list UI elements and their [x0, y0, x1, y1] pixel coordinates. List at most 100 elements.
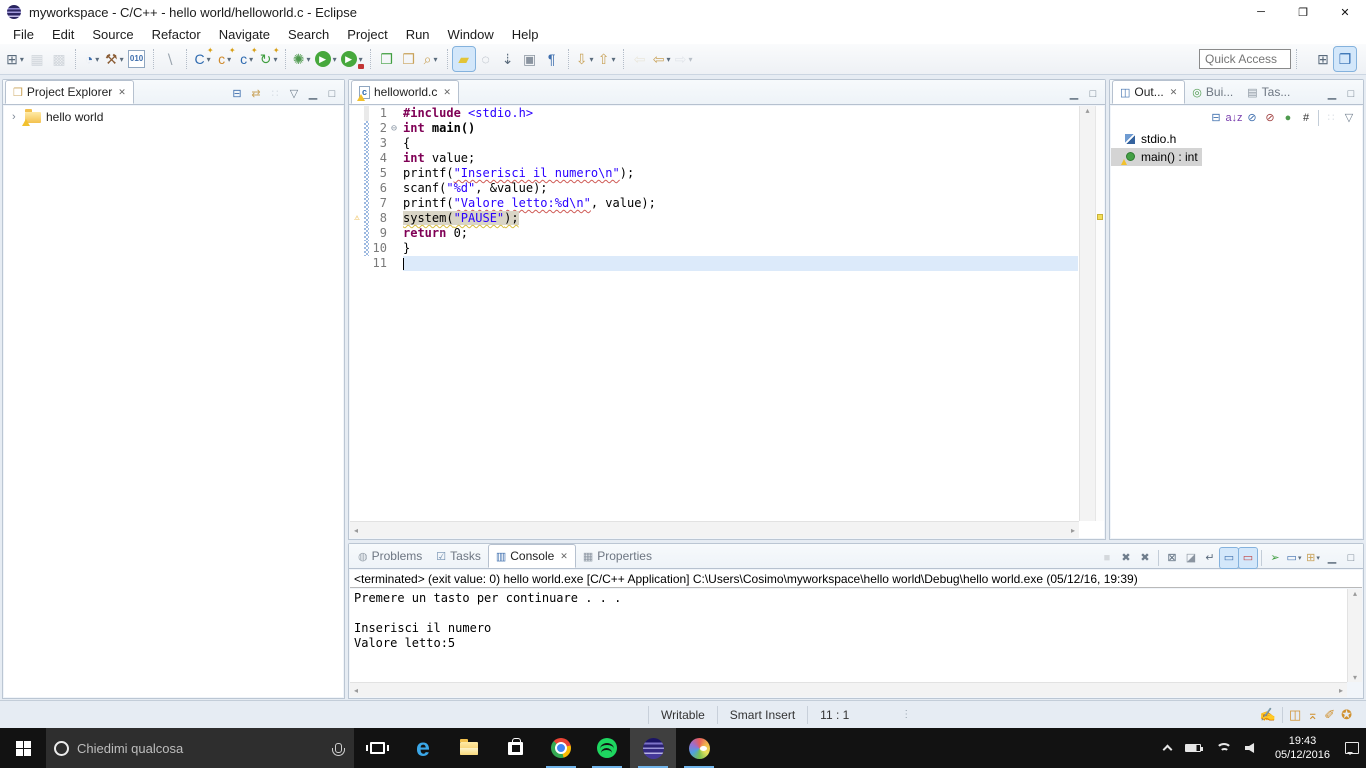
open-console-button[interactable]: ⊞▾ — [1304, 548, 1322, 568]
menu-search[interactable]: Search — [279, 27, 338, 42]
minimize-view-button[interactable]: ▁ — [1323, 548, 1341, 568]
search-torch-button[interactable]: ⌕▾ — [420, 47, 442, 71]
menu-refactor[interactable]: Refactor — [143, 27, 210, 42]
open-element-folder-button[interactable]: ❒ — [376, 47, 398, 71]
back-button[interactable]: ⇦▾ — [651, 47, 673, 71]
annotation-ruler[interactable] — [350, 181, 364, 196]
maximize-view-button[interactable]: □ — [1342, 84, 1360, 104]
new-source-folder-button[interactable]: ✦c▾ — [214, 47, 236, 71]
debug-bug-button[interactable]: ✺▾ — [291, 47, 313, 71]
edge-taskbar-button[interactable]: e — [400, 728, 446, 768]
dropdown-arrow-icon[interactable]: ▾ — [207, 55, 211, 64]
menu-window[interactable]: Window — [439, 27, 503, 42]
annotation-ruler[interactable] — [350, 151, 364, 166]
scroll-up-icon[interactable]: ▴ — [1353, 589, 1357, 598]
spotify-taskbar-button[interactable] — [584, 728, 630, 768]
dropdown-arrow-icon[interactable]: ▾ — [273, 55, 277, 64]
menu-navigate[interactable]: Navigate — [210, 27, 279, 42]
tab-helloworld-c[interactable]: c helloworld.c ✕ — [351, 80, 459, 104]
menu-help[interactable]: Help — [503, 27, 548, 42]
annotation-ruler[interactable] — [350, 121, 364, 136]
dropdown-arrow-icon[interactable]: ▾ — [666, 55, 670, 64]
line-number[interactable]: 4 — [369, 151, 391, 166]
microphone-icon[interactable] — [335, 743, 342, 753]
outline-item-stdio-h[interactable]: stdio.h — [1111, 130, 1180, 148]
annotation-ruler[interactable] — [350, 106, 364, 121]
dropdown-arrow-icon[interactable]: ▾ — [611, 55, 615, 64]
code-line-5[interactable]: 5printf("Inserisci il numero\n"); — [350, 166, 1078, 181]
paint-palette-taskbar-button[interactable] — [676, 728, 722, 768]
dropdown-arrow-icon[interactable]: ▾ — [249, 55, 253, 64]
annotation-ruler[interactable] — [350, 241, 364, 256]
word-wrap-button[interactable]: ↵ — [1201, 548, 1219, 568]
tab-properties[interactable]: ▦Properties — [576, 544, 659, 568]
clear-console-button[interactable]: ⊠ — [1163, 548, 1181, 568]
overview-ruler[interactable] — [1095, 106, 1104, 521]
maximize-view-button[interactable]: □ — [323, 84, 341, 104]
hide-fields-button[interactable]: ⊘ — [1243, 108, 1261, 128]
code-line-4[interactable]: 4int value; — [350, 151, 1078, 166]
outline-tree[interactable]: stdio.hmain() : int — [1111, 130, 1362, 538]
annotation-ruler[interactable] — [350, 166, 364, 181]
open-perspective-button[interactable]: ⊞ — [1312, 47, 1334, 71]
samples-pencil-button[interactable]: ✐ — [1324, 707, 1335, 723]
hide-macros-button[interactable]: # — [1297, 108, 1315, 128]
wifi-button[interactable] — [1208, 728, 1238, 768]
show-stdout-button[interactable]: ▭ — [1220, 548, 1238, 568]
tab-problems[interactable]: ◍Problems — [351, 544, 429, 568]
collapse-all-button[interactable]: ⊟ — [228, 84, 246, 104]
line-number[interactable]: 2 — [369, 121, 391, 136]
display-console-button[interactable]: ▭▾ — [1285, 548, 1303, 568]
close-icon[interactable]: ✕ — [443, 87, 451, 98]
tab-console[interactable]: ▥Console✕ — [488, 544, 576, 568]
remove-launch-button[interactable]: ✖ — [1117, 548, 1135, 568]
annotation-ruler[interactable] — [350, 196, 364, 211]
chrome-taskbar-button[interactable] — [538, 728, 584, 768]
battery-button[interactable] — [1178, 728, 1208, 768]
line-number[interactable]: 9 — [369, 226, 391, 241]
warning-marker[interactable] — [1097, 214, 1103, 220]
code-line-2[interactable]: 2⊖int main() — [350, 121, 1078, 136]
project-explorer-tree[interactable]: ›hello world — [4, 106, 343, 697]
minimize-button[interactable]: ─ — [1240, 0, 1282, 24]
dropdown-arrow-icon[interactable]: ▾ — [20, 55, 24, 64]
code-line-7[interactable]: 7printf("Valore letto:%d\n", value); — [350, 196, 1078, 211]
toggle-highlight-button[interactable]: ▰ — [453, 47, 475, 71]
overview-book-button[interactable]: ◫ — [1289, 707, 1301, 723]
tree-item-hello-world[interactable]: ›hello world — [4, 106, 343, 124]
minimize-view-button[interactable]: ▁ — [1065, 84, 1083, 104]
line-warning-icon[interactable]: ⚠ — [350, 211, 364, 226]
tab-task-list[interactable]: ▤Tas... — [1240, 80, 1297, 104]
tab-project-explorer[interactable]: ❒ Project Explorer ✕ — [5, 80, 134, 104]
hiddens-chevron-icon-button[interactable] — [1157, 728, 1178, 768]
show-whitespace-button[interactable]: ¶ — [541, 47, 563, 71]
scroll-down-icon[interactable]: ▾ — [1353, 673, 1357, 682]
line-number[interactable]: 8 — [369, 211, 391, 226]
line-number[interactable]: 11 — [369, 256, 391, 271]
annotation-ruler[interactable] — [350, 226, 364, 241]
annotation-ruler[interactable] — [350, 256, 364, 271]
collapse-all-button[interactable]: ⊟ — [1207, 108, 1225, 128]
code-line-3[interactable]: 3{ — [350, 136, 1078, 151]
maximize-view-button[interactable]: □ — [1342, 548, 1360, 568]
scroll-left-icon[interactable]: ◂ — [354, 526, 358, 535]
mark-occurrences-button[interactable]: ◌ — [475, 47, 497, 71]
task-view-button-taskbar-button[interactable] — [354, 728, 400, 768]
next-annotation-button[interactable]: ⇣ — [497, 47, 519, 71]
annotation-ruler[interactable] — [350, 136, 364, 151]
scroll-left-icon[interactable]: ◂ — [354, 686, 358, 695]
code-line-6[interactable]: 6scanf("%d", &value); — [350, 181, 1078, 196]
last-edit-location-button[interactable]: ⇩▾ — [574, 47, 596, 71]
quick-access-input[interactable] — [1199, 49, 1291, 69]
new-wizard-button[interactable]: ⊞▾ — [4, 47, 26, 71]
file-explorer-taskbar-button[interactable] — [446, 728, 492, 768]
menu-project[interactable]: Project — [338, 27, 396, 42]
code-line-9[interactable]: 9return 0; — [350, 226, 1078, 241]
dropdown-arrow-icon[interactable]: ▾ — [227, 55, 231, 64]
dropdown-arrow-icon[interactable]: ▾ — [688, 55, 692, 64]
line-number[interactable]: 3 — [369, 136, 391, 151]
console-output[interactable]: Premere un tasto per continuare . . . In… — [350, 589, 1347, 682]
cortana-search-box[interactable] — [46, 728, 354, 768]
start-button[interactable] — [0, 728, 46, 768]
expander-icon[interactable]: › — [12, 111, 20, 123]
